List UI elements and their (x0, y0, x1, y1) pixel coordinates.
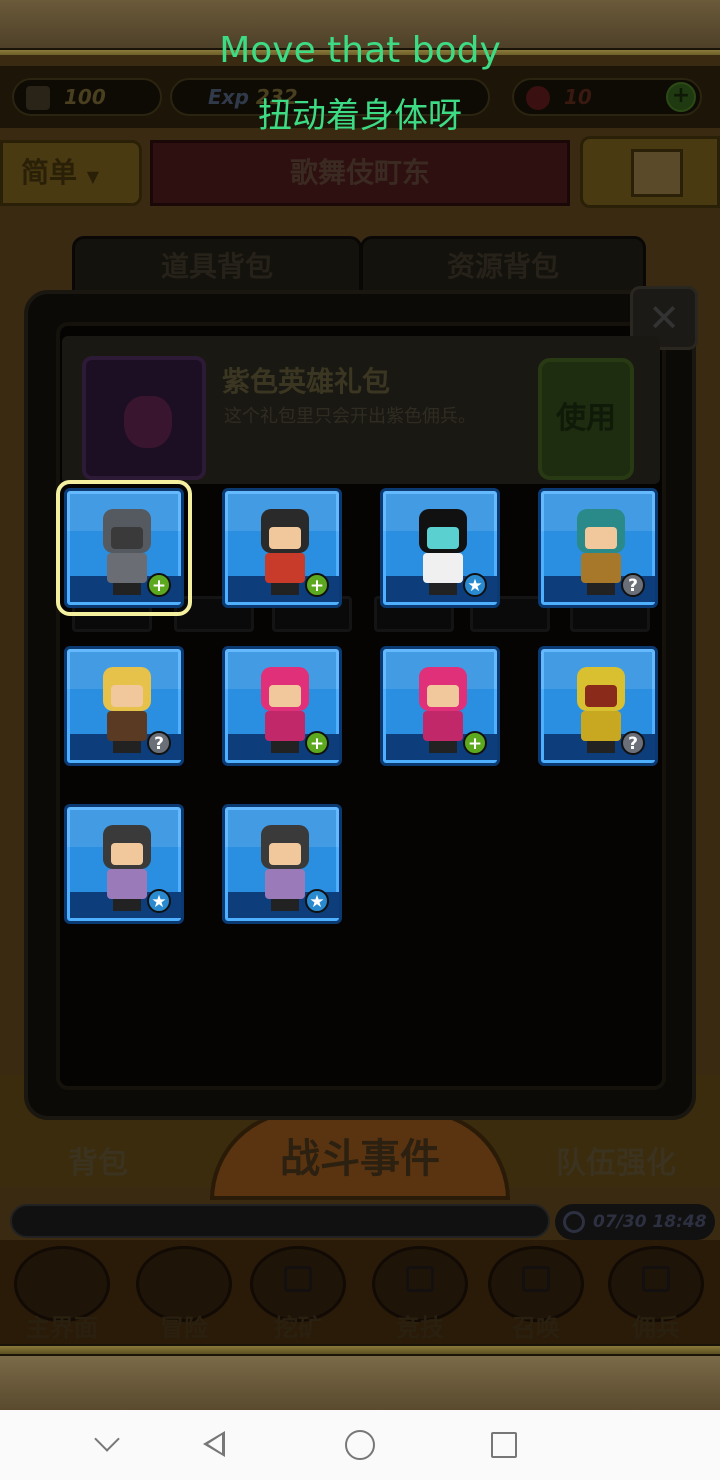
hero-body (423, 711, 463, 741)
star-icon: ★ (463, 573, 487, 597)
hero-body (581, 553, 621, 583)
hero-legs (429, 741, 457, 753)
hero-legs (587, 741, 615, 753)
back-icon-inner (208, 1435, 222, 1453)
lock-icon (284, 1266, 312, 1292)
tab-items[interactable]: 道具背包 (72, 236, 362, 298)
hero-body (107, 553, 147, 583)
hero-legs (271, 741, 299, 753)
timestamp: 07/30 18:48 (555, 1204, 715, 1240)
hero-face (427, 685, 459, 707)
hero-face (427, 527, 459, 549)
hero-card[interactable]: ★ (222, 804, 342, 924)
tab-resources[interactable]: 资源背包 (360, 236, 646, 298)
clock-icon (563, 1211, 585, 1233)
lock-icon (406, 1266, 434, 1292)
unknown-question-icon: ? (621, 573, 645, 597)
hero-legs (271, 583, 299, 595)
upgrade-plus-icon: + (305, 731, 329, 755)
difficulty-label: 简单 (21, 156, 78, 189)
star-icon: ★ (305, 889, 329, 913)
nav-arena[interactable]: 竞技 (364, 1244, 476, 1342)
upgrade-plus-icon: + (305, 573, 329, 597)
hero-card[interactable]: + (222, 488, 342, 608)
nav-summon-label: 召唤 (512, 1314, 560, 1342)
hero-legs (113, 583, 141, 595)
caption-chinese: 扭动着身体呀 (258, 96, 462, 136)
lock-icon (642, 1266, 670, 1292)
nav-mercenary[interactable]: 佣兵 (600, 1244, 712, 1342)
difficulty-button[interactable]: 简单 ▼ (0, 140, 142, 206)
nav-mercenary-label: 佣兵 (632, 1314, 680, 1342)
nav-summon[interactable]: 召唤 (480, 1244, 592, 1342)
nav-arena-label: 竞技 (396, 1314, 444, 1342)
nav-main[interactable]: 主界面 (6, 1244, 118, 1342)
hero-card[interactable]: ? (538, 488, 658, 608)
nav-main-label: 主界面 (26, 1314, 98, 1342)
hero-body (107, 711, 147, 741)
nav-mining[interactable]: 挖矿 (242, 1244, 354, 1342)
hero-body (107, 869, 147, 899)
hero-face (111, 527, 143, 549)
hero-body (581, 711, 621, 741)
hero-body (265, 553, 305, 583)
progress-bar (10, 1204, 550, 1238)
hero-face (269, 685, 301, 707)
use-button[interactable]: 使用 (538, 358, 634, 480)
unknown-question-icon: ? (147, 731, 171, 755)
hero-body (265, 869, 305, 899)
dropdown-arrow-icon: ▼ (86, 167, 100, 186)
hero-face (585, 527, 617, 549)
hero-card[interactable]: ★ (380, 488, 500, 608)
item-icon (82, 356, 206, 480)
hero-card[interactable]: ★ (64, 804, 184, 924)
recent-apps-icon[interactable] (491, 1432, 517, 1458)
gold-border (0, 1344, 720, 1356)
stage-name: 歌舞伎町东 (150, 140, 570, 206)
gift-bag-icon (124, 396, 172, 448)
hero-face (269, 843, 301, 865)
nav-adventure-label: 冒险 (160, 1314, 208, 1342)
upgrade-plus-icon: + (147, 573, 171, 597)
nav-mining-label: 挖矿 (274, 1314, 322, 1342)
hero-face (111, 685, 143, 707)
hero-legs (429, 583, 457, 595)
hero-card[interactable]: + (380, 646, 500, 766)
nav-adventure[interactable]: 冒险 (128, 1244, 240, 1342)
hero-legs (113, 741, 141, 753)
hero-face (269, 527, 301, 549)
caption-english: Move that body (219, 30, 501, 71)
team-upgrade-button[interactable]: 队伍强化 (556, 1138, 676, 1182)
hero-card[interactable]: + (222, 646, 342, 766)
hero-body (423, 553, 463, 583)
item-description: 这个礼包里只会开出紫色佣兵。 (224, 406, 476, 427)
battle-event-button[interactable]: 战斗事件 (210, 1110, 510, 1200)
hero-card[interactable]: ? (538, 646, 658, 766)
lock-icon (522, 1266, 550, 1292)
hero-face (585, 685, 617, 707)
hero-legs (587, 583, 615, 595)
bottom-parchment (0, 1356, 720, 1410)
home-icon[interactable] (345, 1430, 375, 1460)
unknown-question-icon: ? (621, 731, 645, 755)
hero-card[interactable]: + (56, 480, 192, 616)
hero-body (265, 711, 305, 741)
upgrade-plus-icon: + (463, 731, 487, 755)
hero-legs (113, 899, 141, 911)
star-icon: ★ (147, 889, 171, 913)
hero-face (111, 843, 143, 865)
item-name: 紫色英雄礼包 (222, 365, 391, 398)
timestamp-text: 07/30 18:48 (593, 1212, 707, 1232)
map-icon (631, 149, 683, 197)
map-button[interactable] (580, 136, 720, 208)
bag-button[interactable]: 背包 (68, 1138, 128, 1182)
hero-card[interactable]: ? (64, 646, 184, 766)
hero-legs (271, 899, 299, 911)
